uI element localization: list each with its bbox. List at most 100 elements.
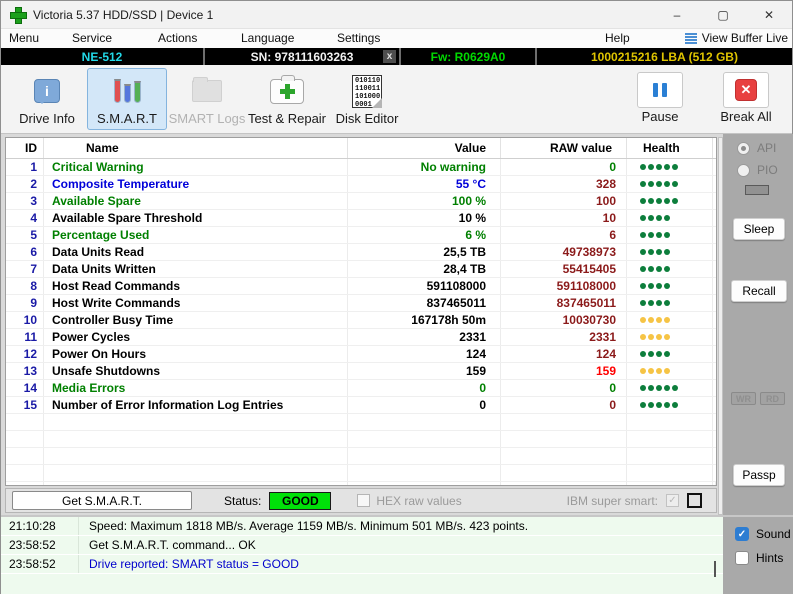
cell-id: 11	[6, 329, 44, 345]
hints-checkbox[interactable]	[735, 551, 749, 565]
health-dot-icon	[656, 164, 662, 170]
serial-close-icon[interactable]: x	[383, 50, 396, 63]
smart-button[interactable]: S.M.A.R.T	[87, 68, 167, 130]
ibm-extra-checkbox[interactable]	[687, 493, 702, 508]
log-timestamp: 23:58:52	[1, 536, 79, 554]
cell-id: 13	[6, 363, 44, 379]
smart-logs-label: SMART Logs	[169, 111, 246, 126]
disk-editor-button[interactable]: 0101101100111010000001 Disk Editor	[327, 68, 407, 130]
break-all-button[interactable]: ✕ Break All	[710, 68, 782, 130]
table-row[interactable]: 4Available Spare Threshold10 %10	[6, 210, 716, 227]
health-dot-icon	[648, 249, 654, 255]
smart-logs-button[interactable]: SMART Logs	[167, 68, 247, 130]
sleep-button[interactable]: Sleep	[733, 218, 785, 240]
table-row[interactable]: 6Data Units Read25,5 TB49738973	[6, 244, 716, 261]
cell-name: Available Spare	[44, 193, 348, 209]
device-serial-segment: SN: 978111603263 x	[203, 48, 399, 65]
table-row[interactable]: 11Power Cycles23312331	[6, 329, 716, 346]
cell-id: 8	[6, 278, 44, 294]
cell-value: No warning	[348, 159, 501, 175]
table-row[interactable]: 8Host Read Commands591108000591108000	[6, 278, 716, 295]
table-row[interactable]: 7Data Units Written28,4 TB55415405	[6, 261, 716, 278]
log-message: Speed: Maximum 1818 MB/s. Average 1159 M…	[79, 519, 528, 533]
table-row[interactable]: 12Power On Hours124124	[6, 346, 716, 363]
cell-id: 5	[6, 227, 44, 243]
close-button[interactable]: ✕	[746, 1, 792, 29]
health-dot-icon	[656, 334, 662, 340]
hex-raw-values-checkbox[interactable]	[357, 494, 370, 507]
table-row[interactable]: 14Media Errors00	[6, 380, 716, 397]
cell-raw-value: 2331	[501, 329, 627, 345]
health-dot-icon	[664, 249, 670, 255]
log-timestamp: 21:10:28	[1, 517, 79, 535]
view-buffer-live-button[interactable]: View Buffer Live	[685, 31, 788, 45]
table-row-empty	[6, 448, 716, 465]
api-label: API	[757, 141, 776, 155]
cell-value: 10 %	[348, 210, 501, 226]
cell-raw-value: 10030730	[501, 312, 627, 328]
folder-icon	[192, 80, 222, 102]
maximize-button[interactable]: ▢	[700, 1, 746, 29]
cell-raw-value: 124	[501, 346, 627, 362]
cell-raw-value: 0	[501, 380, 627, 396]
binary-page-icon: 0101101100111010000001	[352, 75, 382, 108]
health-dot-icon	[648, 334, 654, 340]
drive-info-button[interactable]: i Drive Info	[7, 68, 87, 130]
cell-health	[627, 329, 713, 345]
menu-item-service[interactable]: Service	[72, 31, 112, 45]
pio-radio[interactable]	[737, 164, 750, 177]
menu-item-settings[interactable]: Settings	[337, 31, 380, 45]
ibm-super-smart-checkbox[interactable]: ✓	[666, 494, 679, 507]
menu-item-menu[interactable]: Menu	[9, 31, 39, 45]
menu-item-actions[interactable]: Actions	[158, 31, 197, 45]
column-header-id: ID	[6, 138, 44, 158]
table-row[interactable]: 5Percentage Used6 %6	[6, 227, 716, 244]
passp-button[interactable]: Passp	[733, 464, 785, 486]
cell-name: Composite Temperature	[44, 176, 348, 192]
health-dot-icon	[656, 385, 662, 391]
wr-button[interactable]: WR	[731, 392, 756, 405]
health-dot-icon	[648, 283, 654, 289]
right-panel: API PIO Sleep Recall WR RD Passp	[723, 134, 793, 515]
recall-button[interactable]: Recall	[731, 280, 787, 302]
table-row[interactable]: 9Host Write Commands837465011837465011	[6, 295, 716, 312]
cell-name: Power On Hours	[44, 346, 348, 362]
menu-item-language[interactable]: Language	[241, 31, 294, 45]
table-row[interactable]: 1Critical WarningNo warning0	[6, 159, 716, 176]
sound-checkbox[interactable]: ✓	[735, 527, 749, 541]
test-repair-button[interactable]: Test & Repair	[247, 68, 327, 130]
table-row[interactable]: 3Available Spare100 %100	[6, 193, 716, 210]
health-dot-icon	[656, 232, 662, 238]
table-row[interactable]: 15Number of Error Information Log Entrie…	[6, 397, 716, 414]
table-row[interactable]: 13Unsafe Shutdowns159159	[6, 363, 716, 380]
health-dot-icon	[648, 317, 654, 323]
device-firmware: Fw: R0629A0	[399, 48, 535, 65]
api-radio[interactable]	[737, 142, 750, 155]
cell-raw-value: 591108000	[501, 278, 627, 294]
pio-radio-row: PIO	[737, 163, 778, 177]
table-row-empty	[6, 414, 716, 431]
health-dot-icon	[640, 334, 646, 340]
cell-name: Critical Warning	[44, 159, 348, 175]
victoria-app-window: Victoria 5.37 HDD/SSD | Device 1 – ▢ ✕ M…	[0, 0, 793, 594]
health-dot-icon	[640, 402, 646, 408]
cell-id: 10	[6, 312, 44, 328]
health-dot-icon	[640, 351, 646, 357]
cell-value: 159	[348, 363, 501, 379]
cell-value: 28,4 TB	[348, 261, 501, 277]
pause-button[interactable]: Pause	[624, 68, 696, 130]
health-dot-icon	[664, 283, 670, 289]
first-aid-icon	[270, 79, 304, 104]
cell-health	[627, 210, 713, 226]
get-smart-button[interactable]: Get S.M.A.R.T.	[12, 491, 192, 510]
menu-item-help[interactable]: Help	[605, 31, 630, 45]
cell-id: 15	[6, 397, 44, 413]
table-row[interactable]: 10Controller Busy Time167178h 50m1003073…	[6, 312, 716, 329]
device-model: NE-512	[1, 48, 203, 65]
cell-value: 837465011	[348, 295, 501, 311]
table-row[interactable]: 2Composite Temperature55 °C328	[6, 176, 716, 193]
test-repair-label: Test & Repair	[248, 111, 326, 126]
rd-button[interactable]: RD	[760, 392, 785, 405]
cell-name: Host Write Commands	[44, 295, 348, 311]
minimize-button[interactable]: –	[654, 1, 700, 29]
